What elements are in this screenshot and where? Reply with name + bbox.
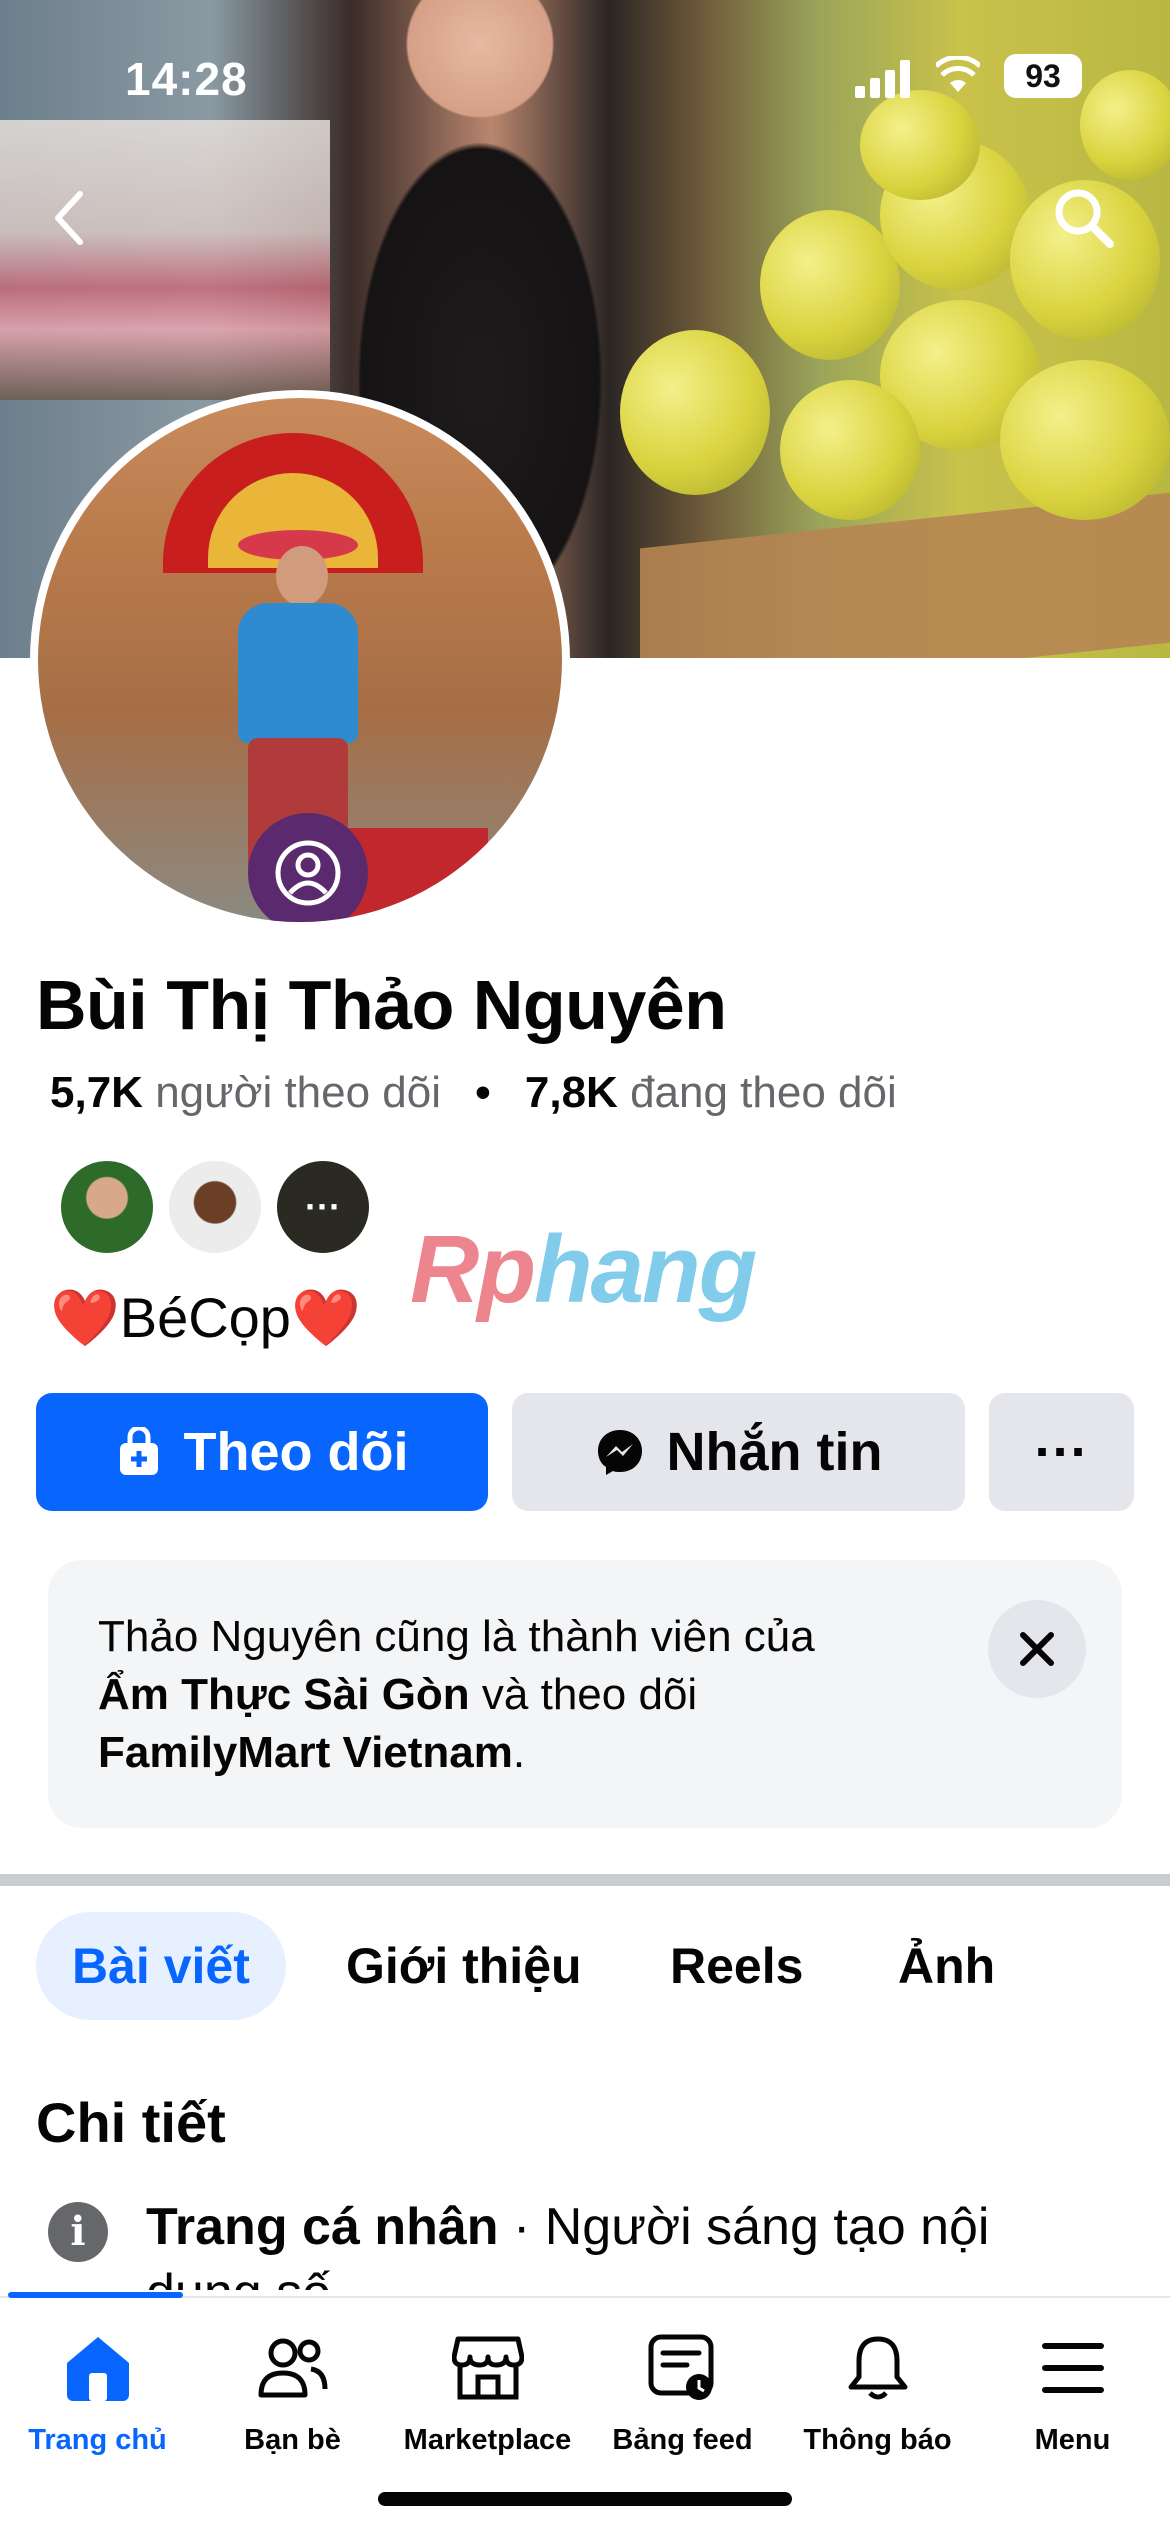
avatar-person-head — [276, 546, 328, 606]
info-icon: i — [48, 2202, 108, 2262]
nav-notifications-label: Thông báo — [803, 2424, 952, 2456]
follow-icon — [116, 1427, 162, 1477]
back-button[interactable] — [30, 178, 110, 258]
close-icon — [1020, 1632, 1054, 1666]
mutual-info-text: Thảo Nguyên cũng là thành viên của Ẩm Th… — [98, 1608, 958, 1782]
profile-bio: ❤️BéCọp❤️ — [50, 1286, 361, 1349]
profile-tabs: Bài viết Giới thiệu Reels Ảnh — [0, 1912, 1170, 2022]
follow-button[interactable]: Theo dõi — [36, 1393, 488, 1511]
watermark-part1: Rp — [410, 1216, 536, 1323]
nav-notifications[interactable]: Thông báo — [780, 2328, 975, 2457]
tab-about[interactable]: Giới thiệu — [310, 1912, 618, 2020]
stats-separator: • — [475, 1068, 491, 1117]
cellular-signal-icon — [855, 60, 913, 98]
detail-row-profile-type: i Trang cá nhân · Người sáng tạo nội dun… — [48, 2190, 1148, 2290]
nav-menu[interactable]: Menu — [975, 2328, 1170, 2457]
tab-reels[interactable]: Reels — [634, 1912, 839, 2020]
mutual-info-card: Thảo Nguyên cũng là thành viên của Ẩm Th… — [48, 1560, 1122, 1828]
profile-shield-icon — [275, 840, 341, 906]
section-divider — [0, 1874, 1170, 1886]
menu-icon — [1028, 2328, 1118, 2408]
loading-progress-bar — [8, 2292, 183, 2298]
mutual-info-middle: và theo dõi — [469, 1670, 698, 1719]
nav-friends[interactable]: Bạn bè — [195, 2328, 390, 2457]
nav-feeds[interactable]: Bảng feed — [585, 2328, 780, 2457]
chevron-left-icon — [55, 191, 83, 245]
mutual-group-link[interactable]: Ẩm Thực Sài Gòn — [98, 1670, 470, 1719]
nav-feeds-label: Bảng feed — [612, 2424, 753, 2456]
friends-icon — [248, 2328, 338, 2408]
following-count[interactable]: 7,8K — [525, 1068, 618, 1117]
friend-avatar[interactable] — [166, 1158, 264, 1256]
nav-marketplace[interactable]: Marketplace — [390, 2328, 585, 2457]
tab-photos[interactable]: Ảnh — [862, 1912, 1031, 2020]
dismiss-card-button[interactable] — [988, 1600, 1086, 1698]
detail-row-bold: Trang cá nhân — [146, 2198, 499, 2256]
mutual-info-line1: Thảo Nguyên cũng là thành viên của — [98, 1612, 815, 1661]
following-label[interactable]: đang theo dõi — [630, 1068, 897, 1117]
nav-friends-label: Bạn bè — [244, 2424, 341, 2456]
wifi-icon — [934, 54, 982, 96]
cover-fruit — [760, 210, 900, 360]
search-icon — [1055, 189, 1114, 248]
profile-guard-badge — [248, 813, 368, 922]
nav-home[interactable]: Trang chủ — [0, 2328, 195, 2457]
battery-indicator: 93 — [1004, 54, 1082, 98]
search-button[interactable] — [1044, 178, 1124, 258]
nav-home-label: Trang chủ — [28, 2424, 167, 2456]
friend-avatar[interactable] — [58, 1158, 156, 1256]
more-options-icon: ··· — [1034, 1422, 1089, 1482]
more-friends-icon[interactable]: ··· — [274, 1158, 372, 1256]
home-icon — [53, 2328, 143, 2408]
cover-fruit — [620, 330, 770, 495]
profile-avatar[interactable] — [30, 390, 570, 930]
follow-stats: 5,7K người theo dõi • 7,8K đang theo dõi — [50, 1068, 897, 1118]
more-options-button[interactable]: ··· — [989, 1393, 1134, 1511]
followers-count[interactable]: 5,7K — [50, 1068, 143, 1117]
marketplace-icon — [443, 2328, 533, 2408]
message-button[interactable]: Nhắn tin — [512, 1393, 965, 1511]
home-indicator — [378, 2492, 792, 2506]
nav-menu-label: Menu — [1034, 2424, 1111, 2456]
status-bar: 14:28 93 — [0, 50, 1170, 110]
watermark-logo: Rphang — [410, 1215, 757, 1325]
tab-posts[interactable]: Bài viết — [36, 1912, 286, 2020]
watermark-part2: hang — [533, 1216, 757, 1323]
cover-flower-shelf — [0, 120, 330, 400]
messenger-icon — [595, 1427, 645, 1477]
mutual-page-link[interactable]: FamilyMart Vietnam — [98, 1728, 513, 1777]
profile-name: Bùi Thị Thảo Nguyên — [36, 966, 727, 1044]
bell-icon — [833, 2328, 923, 2408]
avatar-person-body — [238, 603, 358, 743]
details-heading: Chi tiết — [36, 2091, 226, 2154]
nav-marketplace-label: Marketplace — [403, 2424, 572, 2456]
message-label: Nhắn tin — [666, 1422, 883, 1482]
mutual-info-end: . — [512, 1728, 526, 1777]
feed-icon — [638, 2328, 728, 2408]
status-time: 14:28 — [125, 53, 248, 105]
follow-label: Theo dõi — [183, 1422, 409, 1482]
detail-row-text: Trang cá nhân · Người sáng tạo nội dung … — [146, 2194, 1106, 2290]
cover-fruit — [1000, 360, 1170, 520]
followers-label[interactable]: người theo dõi — [155, 1068, 441, 1117]
cover-fruit — [780, 380, 920, 520]
